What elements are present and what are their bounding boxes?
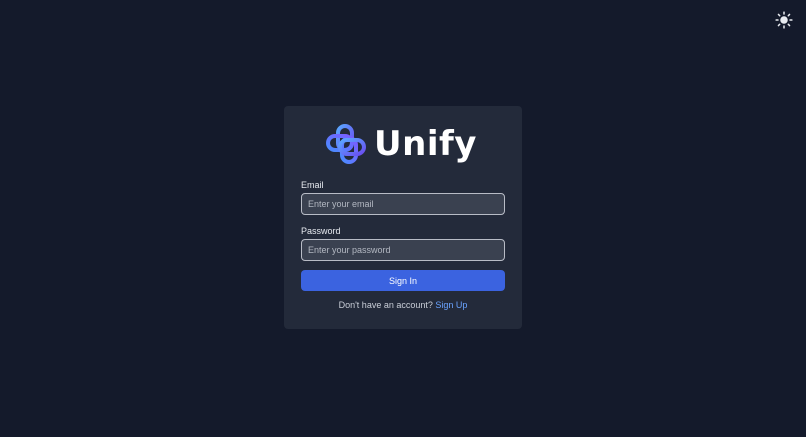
- signup-prompt-row: Don't have an account? Sign Up: [284, 300, 522, 310]
- login-page: Unify Email Password Sign In Don't have …: [0, 0, 806, 437]
- theme-toggle-button[interactable]: [773, 9, 795, 31]
- password-label: Password: [301, 226, 341, 236]
- brand-name: Unify: [374, 124, 477, 164]
- email-label: Email: [301, 180, 324, 190]
- email-input[interactable]: [301, 193, 505, 215]
- sign-in-button[interactable]: Sign In: [301, 270, 505, 291]
- sun-icon: [775, 11, 793, 29]
- password-input[interactable]: [301, 239, 505, 261]
- login-card: Unify Email Password Sign In Don't have …: [284, 106, 522, 329]
- brand-logo: Unify: [326, 124, 477, 164]
- sign-up-link[interactable]: Sign Up: [435, 300, 467, 310]
- signup-prompt-text: Don't have an account?: [338, 300, 433, 310]
- interlocking-rings-logo-icon: [326, 124, 366, 164]
